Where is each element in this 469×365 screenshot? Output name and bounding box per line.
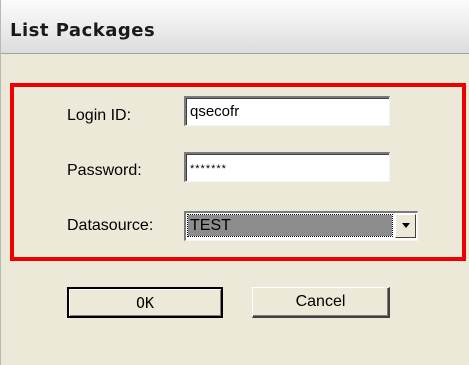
ok-button[interactable]: OK: [67, 287, 223, 318]
chevron-down-icon: [401, 223, 410, 228]
cancel-button-label: Cancel: [295, 293, 346, 310]
login-id-label: Login ID:: [67, 107, 132, 124]
datasource-select[interactable]: TEST: [184, 211, 418, 241]
login-id-input[interactable]: qsecofr: [184, 96, 390, 126]
dialog-title: List Packages: [10, 20, 156, 41]
password-input[interactable]: *******: [184, 152, 390, 182]
password-label: Password:: [67, 162, 142, 179]
title-bar[interactable]: List Packages: [1, 0, 469, 54]
list-packages-dialog: List Packages Login ID: qsecofr Password…: [0, 0, 469, 365]
dropdown-button[interactable]: [395, 214, 416, 238]
cancel-button[interactable]: Cancel: [252, 287, 390, 318]
datasource-selected-value: TEST: [187, 214, 393, 237]
ok-button-label: OK: [135, 293, 155, 312]
datasource-label: Datasource:: [67, 217, 154, 234]
password-value: *******: [190, 163, 227, 175]
